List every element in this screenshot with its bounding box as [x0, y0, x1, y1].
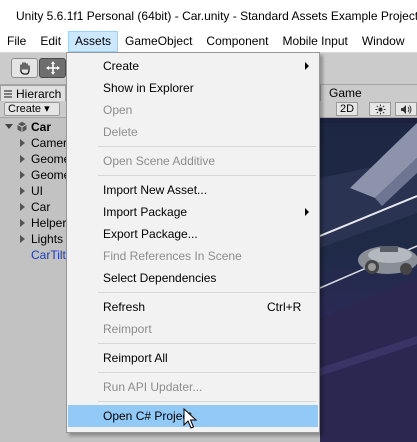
menu-separator	[98, 401, 316, 402]
menu-item-create[interactable]: Create	[68, 55, 318, 77]
menu-item-open-scene-additive[interactable]: Open Scene Additive	[68, 150, 318, 172]
menu-item-export-package[interactable]: Export Package...	[68, 223, 318, 245]
submenu-arrow-icon	[305, 62, 309, 70]
hierarchy-panel: Car Camer Geome Geome UI Car Helper Lights CarT…	[0, 118, 66, 442]
mouse-cursor-icon	[183, 408, 197, 429]
toggle-2d-button[interactable]: 2D	[336, 102, 358, 116]
menu-item-select-dependencies[interactable]: Select Dependencies	[68, 267, 318, 289]
menu-item-label: Find References In Scene	[103, 249, 242, 263]
menu-gameobject[interactable]: GameObject	[118, 31, 199, 52]
menu-item-refresh[interactable]: Refresh Ctrl+R	[68, 296, 318, 318]
assets-dropdown-menu: Create Show in Explorer Open Delete Open Sce…	[66, 52, 320, 433]
hierarchy-item[interactable]: Lights	[0, 231, 66, 247]
hierarchy-item[interactable]: Camer	[0, 135, 66, 151]
window-title: Unity 5.6.1f1 Personal (64bit) - Car.uni…	[16, 8, 417, 23]
game-tab-label: Game	[329, 86, 362, 100]
hierarchy-item-label: UI	[31, 184, 43, 198]
scene-render	[320, 118, 417, 442]
game-tab[interactable]: Game	[320, 85, 417, 101]
hierarchy-tab-label: Hierarch	[16, 86, 62, 101]
menu-separator	[98, 372, 316, 373]
menu-item-import-new-asset[interactable]: Import New Asset...	[68, 179, 318, 201]
menu-component[interactable]: Component	[199, 31, 275, 52]
scene-root-row[interactable]: Car	[0, 118, 66, 135]
menu-item-label: Select Dependencies	[103, 271, 217, 285]
speaker-icon	[401, 104, 412, 114]
menu-item-shortcut: Ctrl+R	[267, 300, 302, 314]
menu-item-delete[interactable]: Delete	[68, 121, 318, 143]
audio-toggle-button[interactable]	[395, 102, 417, 116]
menu-item-label: Import New Asset...	[103, 183, 208, 197]
expand-right-icon[interactable]	[20, 219, 25, 227]
expand-right-icon[interactable]	[20, 171, 25, 179]
scene-toolbar: 2D	[320, 101, 417, 118]
scene-root-label: Car	[31, 119, 52, 134]
hierarchy-item[interactable]: UI	[0, 183, 66, 199]
menu-assets[interactable]: Assets	[68, 31, 119, 52]
menu-item-label: Open	[103, 103, 133, 117]
hierarchy-item[interactable]: Geome	[0, 151, 66, 167]
unity-editor-window: Unity 5.6.1f1 Personal (64bit) - Car.uni…	[0, 0, 417, 442]
scene-viewport[interactable]	[320, 118, 417, 442]
menu-item-show-in-explorer[interactable]: Show in Explorer	[68, 77, 318, 99]
menu-item-open[interactable]: Open	[68, 99, 318, 121]
menu-item-label: Export Package...	[103, 227, 198, 241]
menu-item-label: Reimport	[103, 322, 152, 336]
hand-tool-button[interactable]	[11, 58, 38, 78]
list-icon	[4, 89, 12, 98]
menu-separator	[98, 292, 316, 293]
move-tool-icon	[45, 61, 60, 75]
expand-down-icon[interactable]	[5, 124, 13, 129]
menu-item-label: Delete	[103, 125, 138, 139]
hierarchy-item-label: Car	[31, 200, 51, 214]
hierarchy-tab[interactable]: Hierarch	[0, 85, 66, 101]
sun-icon	[374, 103, 386, 115]
hierarchy-toolbar: Create ▾	[0, 101, 66, 118]
menu-item-run-api-updater[interactable]: Run API Updater...	[68, 376, 318, 398]
menu-item-label: Reimport All	[103, 351, 168, 365]
hierarchy-item[interactable]: Geome	[0, 167, 66, 183]
hierarchy-item-label: Camer	[31, 136, 66, 150]
menu-bar: File Edit Assets GameObject Component Mobile …	[0, 31, 417, 53]
menu-item-label: Import Package	[103, 205, 188, 219]
lighting-toggle-button[interactable]	[369, 102, 391, 116]
hierarchy-item[interactable]: Helper	[0, 215, 66, 231]
create-dropdown-button[interactable]: Create ▾	[4, 102, 60, 116]
expand-right-icon[interactable]	[20, 235, 25, 243]
hierarchy-item-label: Helper	[31, 216, 66, 230]
hierarchy-item-label: Geome	[31, 152, 66, 166]
menu-item-reimport-all[interactable]: Reimport All	[68, 347, 318, 369]
menu-file[interactable]: File	[0, 31, 33, 52]
menu-separator	[98, 175, 316, 176]
car-model	[358, 246, 417, 275]
hierarchy-item[interactable]: Car	[0, 199, 66, 215]
hierarchy-item-label: Lights	[31, 232, 64, 246]
menu-item-import-package[interactable]: Import Package	[68, 201, 318, 223]
expand-right-icon[interactable]	[20, 187, 25, 195]
expand-right-icon[interactable]	[20, 139, 25, 147]
menu-window[interactable]: Window	[355, 31, 412, 52]
move-tool-button[interactable]	[39, 58, 66, 78]
menu-item-label: Open Scene Additive	[103, 154, 216, 168]
menu-item-label: Create	[103, 59, 140, 73]
title-bar: Unity 5.6.1f1 Personal (64bit) - Car.uni…	[0, 0, 417, 32]
hierarchy-item[interactable]: CarTilt	[0, 247, 66, 263]
menu-separator	[98, 343, 316, 344]
expand-right-icon[interactable]	[20, 155, 25, 163]
menu-item-label: Open C# Project	[103, 409, 192, 423]
menu-item-reimport[interactable]: Reimport	[68, 318, 318, 340]
menu-item-label: Refresh	[103, 300, 146, 314]
hierarchy-item-label: Geome	[31, 168, 66, 182]
hierarchy-item-label: CarTilt	[31, 248, 66, 262]
expand-right-icon[interactable]	[20, 203, 25, 211]
hand-tool-icon	[19, 62, 30, 75]
unity-scene-icon	[17, 121, 27, 132]
menu-edit[interactable]: Edit	[33, 31, 68, 52]
submenu-arrow-icon	[305, 208, 309, 216]
menu-item-label: Run API Updater...	[103, 380, 203, 394]
menu-item-label: Show in Explorer	[103, 81, 194, 95]
menu-mobile-input[interactable]: Mobile Input	[275, 31, 354, 52]
menu-separator	[98, 146, 316, 147]
menu-item-find-references-in-scene[interactable]: Find References In Scene	[68, 245, 318, 267]
